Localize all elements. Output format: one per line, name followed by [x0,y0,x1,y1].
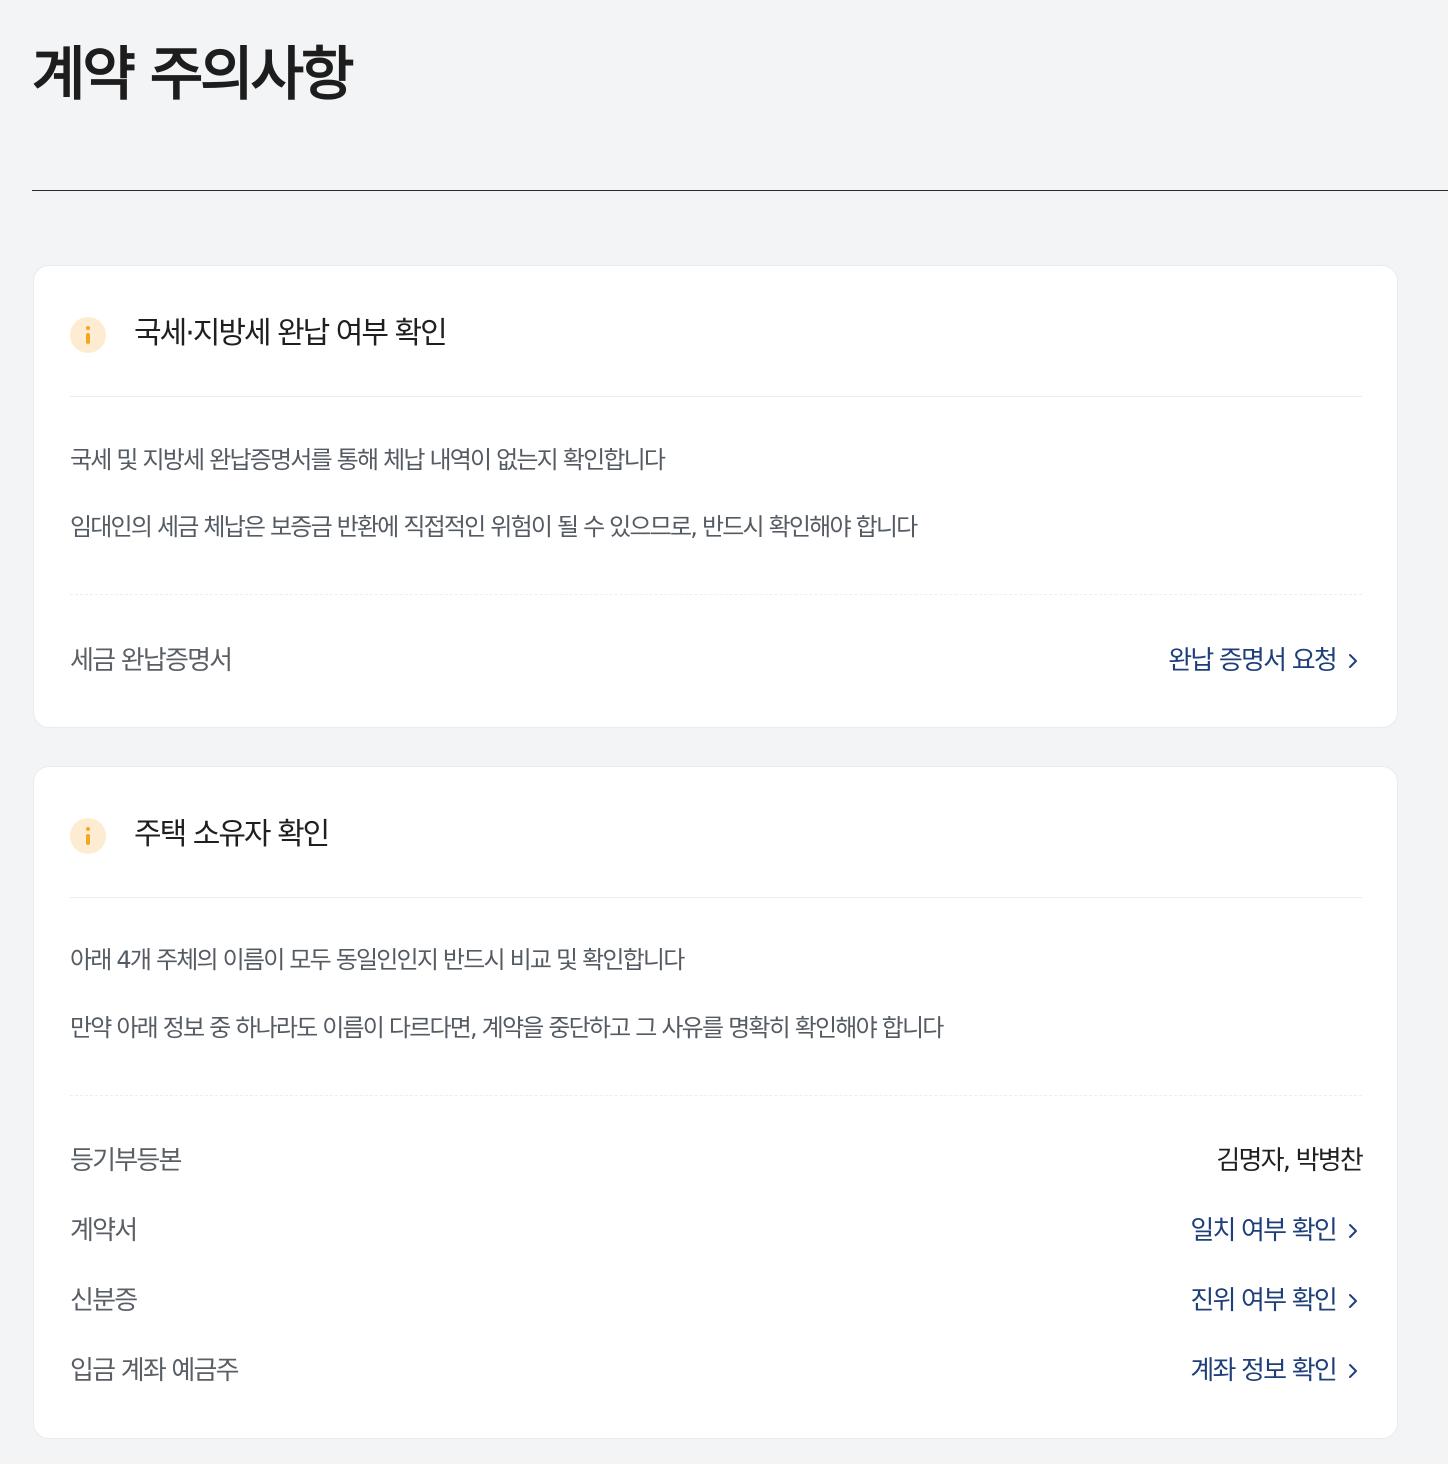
owner-names-value: 김명자, 박병찬 [1216,1146,1363,1176]
check-match-link[interactable]: 일치 여부 확인 [1190,1209,1362,1253]
card-header: 국세·지방세 완납 여부 확인 [70,266,1362,397]
section-divider [70,594,1362,595]
link-label: 진위 여부 확인 [1190,1286,1337,1316]
chevron-right-icon [1349,654,1357,668]
list-item-tax-certificate: 세금 완납증명서 완납 증명서 요청 [70,639,1362,683]
chevron-right-icon [1349,1364,1357,1378]
page-title: 계약 주의사항 [32,40,354,108]
info-icon [70,317,106,353]
card-description: 국세 및 지방세 완납증명서를 통해 체납 내역이 없는지 확인합니다 [70,446,666,474]
list-item-id-card: 신분증 진위 여부 확인 [70,1279,1362,1323]
info-icon [70,818,106,854]
row-label: 계약서 [70,1216,138,1246]
link-label: 계좌 정보 확인 [1190,1356,1337,1386]
link-label: 완납 증명서 요청 [1168,646,1338,676]
section-divider [70,1095,1362,1096]
row-label: 신분증 [70,1286,138,1316]
tax-payment-card: 국세·지방세 완납 여부 확인 국세 및 지방세 완납증명서를 통해 체납 내역… [33,265,1398,728]
card-title: 주택 소유자 확인 [134,817,330,852]
list-item-registry: 등기부등본 김명자, 박병찬 [70,1139,1364,1183]
check-account-link[interactable]: 계좌 정보 확인 [1190,1349,1362,1393]
check-authenticity-link[interactable]: 진위 여부 확인 [1190,1279,1362,1323]
title-divider [32,190,1448,191]
card-description: 아래 4개 주체의 이름이 모두 동일인인지 반드시 비교 및 확인합니다 [70,946,685,974]
card-header: 주택 소유자 확인 [70,767,1362,898]
card-title: 국세·지방세 완납 여부 확인 [134,316,448,351]
owner-verification-card: 주택 소유자 확인 아래 4개 주체의 이름이 모두 동일인인지 반드시 비교 … [33,766,1398,1439]
row-label: 등기부등본 [70,1146,182,1176]
list-item-deposit-account: 입금 계좌 예금주 계좌 정보 확인 [70,1349,1362,1393]
chevron-right-icon [1349,1294,1357,1308]
link-label: 일치 여부 확인 [1190,1216,1337,1246]
card-description: 임대인의 세금 체납은 보증금 반환에 직접적인 위험이 될 수 있으므로, 반… [70,513,918,541]
row-label: 세금 완납증명서 [70,646,233,676]
card-description: 만약 아래 정보 중 하나라도 이름이 다르다면, 계약을 중단하고 그 사유를… [70,1014,944,1042]
chevron-right-icon [1349,1224,1357,1238]
row-label: 입금 계좌 예금주 [70,1356,240,1386]
list-item-contract: 계약서 일치 여부 확인 [70,1209,1362,1253]
request-certificate-link[interactable]: 완납 증명서 요청 [1168,639,1362,683]
